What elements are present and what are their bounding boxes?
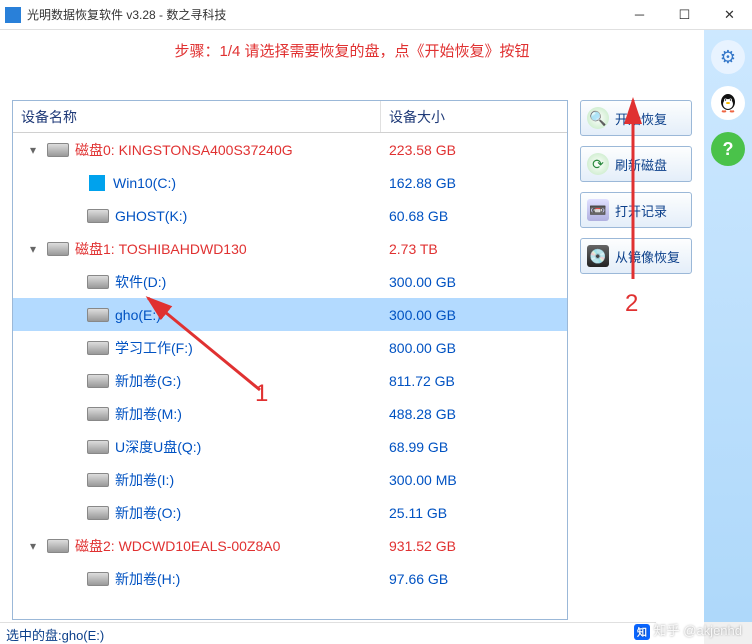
row-label: 新加卷(M:): [115, 404, 182, 424]
partition-row[interactable]: 新加卷(I:) 300.00 MB: [13, 463, 567, 496]
maximize-button[interactable]: ☐: [662, 0, 707, 30]
partition-row[interactable]: U深度U盘(Q:) 68.99 GB: [13, 430, 567, 463]
status-bar: 选中的盘:gho(E:): [0, 622, 656, 644]
refresh-label: 刷新磁盘: [615, 155, 667, 174]
partition-row[interactable]: 新加卷(O:) 25.11 GB: [13, 496, 567, 529]
record-icon: 📼: [587, 199, 609, 221]
row-label: Win10(C:): [113, 175, 176, 191]
row-label: 磁盘0: KINGSTONSA400S37240G: [75, 140, 293, 160]
disk-row[interactable]: ▾ 磁盘0: KINGSTONSA400S37240G 223.58 GB: [13, 133, 567, 166]
row-size: 2.73 TB: [381, 241, 438, 257]
disk-icon: [87, 308, 109, 322]
row-size: 162.88 GB: [381, 175, 456, 191]
row-size: 68.99 GB: [381, 439, 448, 455]
row-label: 新加卷(I:): [115, 470, 174, 490]
svg-text:知: 知: [636, 626, 647, 639]
disk-icon: [87, 407, 109, 421]
partition-row[interactable]: 新加卷(G:) 811.72 GB: [13, 364, 567, 397]
open-record-button[interactable]: 📼 打开记录: [580, 192, 692, 228]
row-size: 300.00 MB: [381, 472, 457, 488]
partition-row[interactable]: GHOST(K:) 60.68 GB: [13, 199, 567, 232]
column-size[interactable]: 设备大小: [381, 101, 567, 132]
help-icon[interactable]: ?: [711, 132, 745, 166]
expand-chevron-icon[interactable]: ▾: [25, 242, 41, 256]
refresh-disk-button[interactable]: ⟳ 刷新磁盘: [580, 146, 692, 182]
row-size: 60.68 GB: [381, 208, 448, 224]
windows-icon: [89, 175, 105, 191]
app-icon: [5, 7, 21, 23]
partition-row[interactable]: gho(E:) 300.00 GB: [13, 298, 567, 331]
partition-row[interactable]: 软件(D:) 300.00 GB: [13, 265, 567, 298]
tree-header: 设备名称 设备大小: [13, 101, 567, 133]
column-name[interactable]: 设备名称: [13, 101, 381, 132]
disk-icon: [47, 242, 69, 256]
start-label: 开始恢复: [615, 109, 667, 128]
window-title: 光明数据恢复软件 v3.28 - 数之寻科技: [27, 6, 617, 23]
row-label: 新加卷(O:): [115, 503, 181, 523]
partition-row[interactable]: Win10(C:) 162.88 GB: [13, 166, 567, 199]
button-panel: 🔍 开始恢复 ⟳ 刷新磁盘 📼 打开记录 💿 从镜像恢复: [580, 100, 692, 620]
device-tree-panel: 设备名称 设备大小 ▾ 磁盘0: KINGSTONSA400S37240G 223.…: [12, 100, 568, 620]
record-label: 打开记录: [615, 201, 667, 220]
main-area: 步骤：1/4 请选择需要恢复的盘，点《开始恢复》按钮 设备名称 设备大小 ▾ 磁盘…: [0, 30, 704, 644]
refresh-icon: ⟳: [587, 153, 609, 175]
right-sidebar: ⚙ ?: [704, 30, 752, 622]
row-size: 811.72 GB: [381, 373, 455, 389]
disk-icon: [47, 539, 69, 553]
recover-from-mirror-button[interactable]: 💿 从镜像恢复: [580, 238, 692, 274]
start-recovery-button[interactable]: 🔍 开始恢复: [580, 100, 692, 136]
row-label: 新加卷(H:): [115, 569, 180, 589]
disk-icon: [87, 374, 109, 388]
disk-icon: [47, 143, 69, 157]
row-size: 223.58 GB: [381, 142, 456, 158]
disk-icon: [87, 572, 109, 586]
row-size: 488.28 GB: [381, 406, 456, 422]
qq-icon[interactable]: [711, 86, 745, 120]
settings-icon[interactable]: ⚙: [711, 40, 745, 74]
close-button[interactable]: ✕: [707, 0, 752, 30]
row-label: gho(E:): [115, 307, 161, 323]
row-label: 磁盘2: WDCWD10EALS-00Z8A0: [75, 536, 280, 556]
disk-row[interactable]: ▾ 磁盘1: TOSHIBAHDWD130 2.73 TB: [13, 232, 567, 265]
disk-row[interactable]: ▾ 磁盘2: WDCWD10EALS-00Z8A0 931.52 GB: [13, 529, 567, 562]
row-size: 800.00 GB: [381, 340, 456, 356]
expand-chevron-icon[interactable]: ▾: [25, 143, 41, 157]
disk-icon: [87, 440, 109, 454]
row-label: U深度U盘(Q:): [115, 437, 201, 457]
minimize-button[interactable]: ─: [617, 0, 662, 30]
disk-icon: [87, 506, 109, 520]
row-size: 300.00 GB: [381, 307, 456, 323]
watermark: 知知乎 @akjenhd: [634, 620, 742, 640]
disk-icon: [87, 209, 109, 223]
partition-row[interactable]: 新加卷(M:) 488.28 GB: [13, 397, 567, 430]
disk-icon: [87, 473, 109, 487]
titlebar: 光明数据恢复软件 v3.28 - 数之寻科技 ─ ☐ ✕: [0, 0, 752, 30]
step-instruction: 步骤：1/4 请选择需要恢复的盘，点《开始恢复》按钮: [0, 30, 704, 70]
row-label: 软件(D:): [115, 272, 166, 292]
row-size: 97.66 GB: [381, 571, 448, 587]
row-size: 25.11 GB: [381, 505, 447, 521]
partition-row[interactable]: 学习工作(F:) 800.00 GB: [13, 331, 567, 364]
row-label: GHOST(K:): [115, 208, 187, 224]
search-icon: 🔍: [587, 107, 609, 129]
tree-body[interactable]: ▾ 磁盘0: KINGSTONSA400S37240G 223.58 GB Win10…: [13, 133, 567, 619]
zhihu-icon: 知: [634, 624, 650, 640]
row-label: 磁盘1: TOSHIBAHDWD130: [75, 239, 247, 259]
row-size: 931.52 GB: [381, 538, 456, 554]
row-label: 新加卷(G:): [115, 371, 181, 391]
row-size: 300.00 GB: [381, 274, 456, 290]
content-row: 设备名称 设备大小 ▾ 磁盘0: KINGSTONSA400S37240G 223.…: [12, 100, 692, 620]
disk-icon: [87, 275, 109, 289]
row-label: 学习工作(F:): [115, 338, 193, 358]
mirror-label: 从镜像恢复: [615, 247, 680, 266]
disk-icon: [87, 341, 109, 355]
mirror-icon: 💿: [587, 245, 609, 267]
partition-row[interactable]: 新加卷(H:) 97.66 GB: [13, 562, 567, 595]
expand-chevron-icon[interactable]: ▾: [25, 539, 41, 553]
